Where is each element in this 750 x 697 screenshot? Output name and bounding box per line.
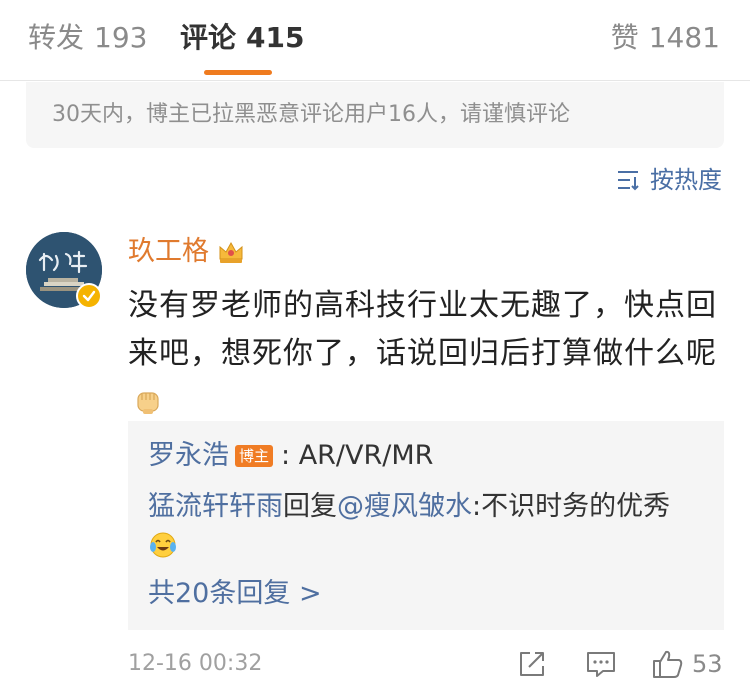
reply-action: 回复 (283, 491, 337, 522)
reply-text: : AR/VR/MR (281, 440, 434, 471)
vip-crown-icon (219, 241, 243, 263)
reply-mention[interactable]: @瘦风皱水 (337, 491, 472, 522)
username-text: 玖工格 (128, 236, 209, 267)
tab-bar: 转发 193 评论 415 赞 1481 (0, 0, 750, 81)
tab-comment-label: 评论 (180, 21, 237, 54)
comment-timestamp: 12-16 00:32 (128, 651, 263, 676)
tab-comment-count: 415 (246, 21, 305, 54)
comment-body: 没有罗老师的高科技行业太无趣了，快点回来吧，想死你了，话说回归后打算做什么呢 (128, 288, 717, 371)
sort-label: 按热度 (650, 166, 722, 194)
tab-repost-label: 转发 (28, 21, 85, 54)
thumbs-up-icon (653, 650, 683, 678)
block-notice-text: 30天内，博主已拉黑恶意评论用户16人，请谨慎评论 (52, 102, 570, 127)
comment-bubble-icon (587, 652, 615, 677)
fist-emoji-icon (137, 392, 159, 414)
tab-like[interactable]: 赞 1481 (611, 18, 720, 58)
sort-by-hot-button[interactable]: 按热度 (616, 164, 722, 196)
tab-like-label: 赞 (610, 21, 639, 54)
view-more-replies-link[interactable]: 共20条回复 > (148, 575, 322, 613)
tab-repost[interactable]: 转发 193 (28, 18, 147, 58)
reply-item: 猛流轩轩雨回复@瘦风皱水:不识时务的优秀 (148, 487, 718, 567)
tab-like-count: 1481 (648, 21, 720, 54)
author-badge: 博主 (235, 445, 274, 467)
active-tab-indicator (204, 70, 272, 75)
reply-text: :不识时务的优秀 (472, 491, 671, 522)
reply-button[interactable] (585, 647, 617, 681)
reply-item: 罗永浩 博主 : AR/VR/MR (148, 437, 433, 475)
tab-comment[interactable]: 评论 415 (180, 18, 304, 58)
share-icon (520, 652, 544, 676)
reply-user[interactable]: 猛流轩轩雨 (148, 491, 283, 522)
comment-text: 没有罗老师的高科技行业太无趣了，快点回来吧，想死你了，话说回归后打算做什么呢 (128, 282, 724, 426)
crying-laughing-emoji-icon (150, 532, 176, 558)
reply-user[interactable]: 罗永浩 (148, 437, 229, 475)
sort-icon (618, 171, 639, 191)
like-button[interactable]: 53 (652, 647, 723, 681)
reply-preview-box[interactable]: 罗永浩 博主 : AR/VR/MR 猛流轩轩雨回复@瘦风皱水:不识时务的优秀 共… (128, 421, 724, 630)
share-button[interactable] (517, 647, 547, 681)
comment-username[interactable]: 玖工格 (128, 234, 245, 270)
tab-repost-count: 193 (94, 21, 148, 54)
like-count: 53 (692, 650, 723, 678)
verified-badge-icon (76, 283, 102, 309)
block-notice: 30天内，博主已拉黑恶意评论用户16人，请谨慎评论 (26, 82, 724, 148)
